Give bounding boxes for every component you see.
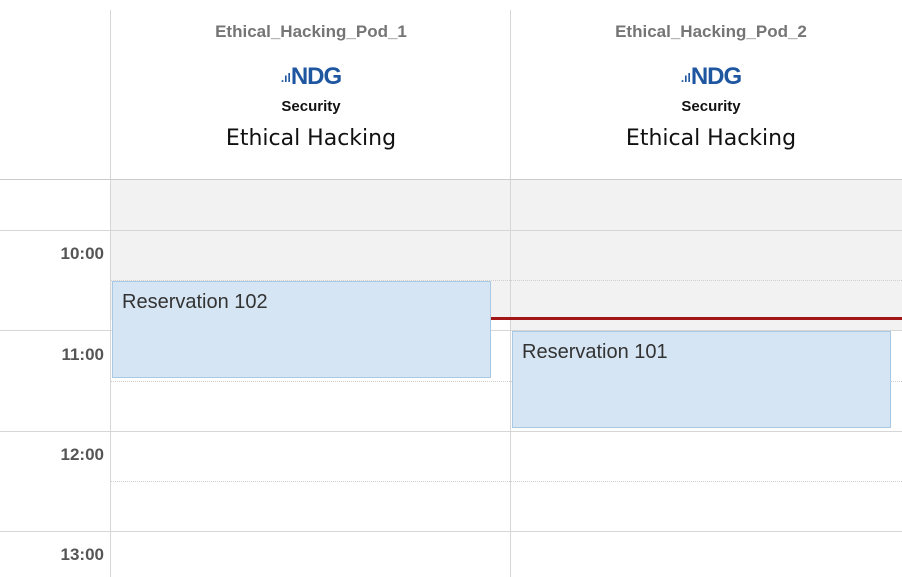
ndg-logo: .ılNDG — [112, 64, 510, 91]
time-label: 13:00 — [60, 545, 104, 564]
signal-bars-icon: .ıl — [680, 71, 691, 85]
time-label: 12:00 — [60, 445, 104, 464]
logo-text: NDG — [690, 63, 742, 90]
reservation-block[interactable]: Reservation 102 — [112, 281, 491, 378]
logo-text: NDG — [290, 63, 342, 90]
pod-column-header-2[interactable]: Ethical_Hacking_Pod_2 .ılNDG Security Et… — [512, 0, 902, 180]
hour-line — [0, 531, 902, 532]
pod-course: Ethical Hacking — [625, 126, 797, 151]
reservation-label: Reservation 101 — [522, 341, 668, 363]
hour-line — [0, 230, 902, 231]
time-label: 10:00 — [60, 244, 104, 263]
header-divider — [0, 179, 902, 180]
reservation-block[interactable]: Reservation 101 — [512, 331, 891, 428]
hour-line — [0, 431, 902, 432]
grid-divider — [510, 10, 511, 577]
pod-category: Security — [681, 98, 741, 115]
reservation-label: Reservation 102 — [122, 291, 268, 313]
half-hour-line — [111, 481, 902, 482]
pod-course: Ethical Hacking — [225, 126, 397, 151]
signal-bars-icon: .ıl — [280, 71, 291, 85]
pod-column-header-1[interactable]: Ethical_Hacking_Pod_1 .ılNDG Security Et… — [112, 0, 510, 180]
past-time-shading-pod-2 — [511, 320, 902, 330]
current-time-indicator — [490, 317, 902, 320]
pod-name: Ethical_Hacking_Pod_2 — [615, 22, 807, 41]
grid-divider — [110, 10, 111, 577]
pod-name: Ethical_Hacking_Pod_1 — [215, 22, 407, 41]
time-label: 11:00 — [61, 345, 104, 364]
pod-category: Security — [281, 98, 341, 115]
ndg-logo: .ılNDG — [512, 64, 902, 91]
